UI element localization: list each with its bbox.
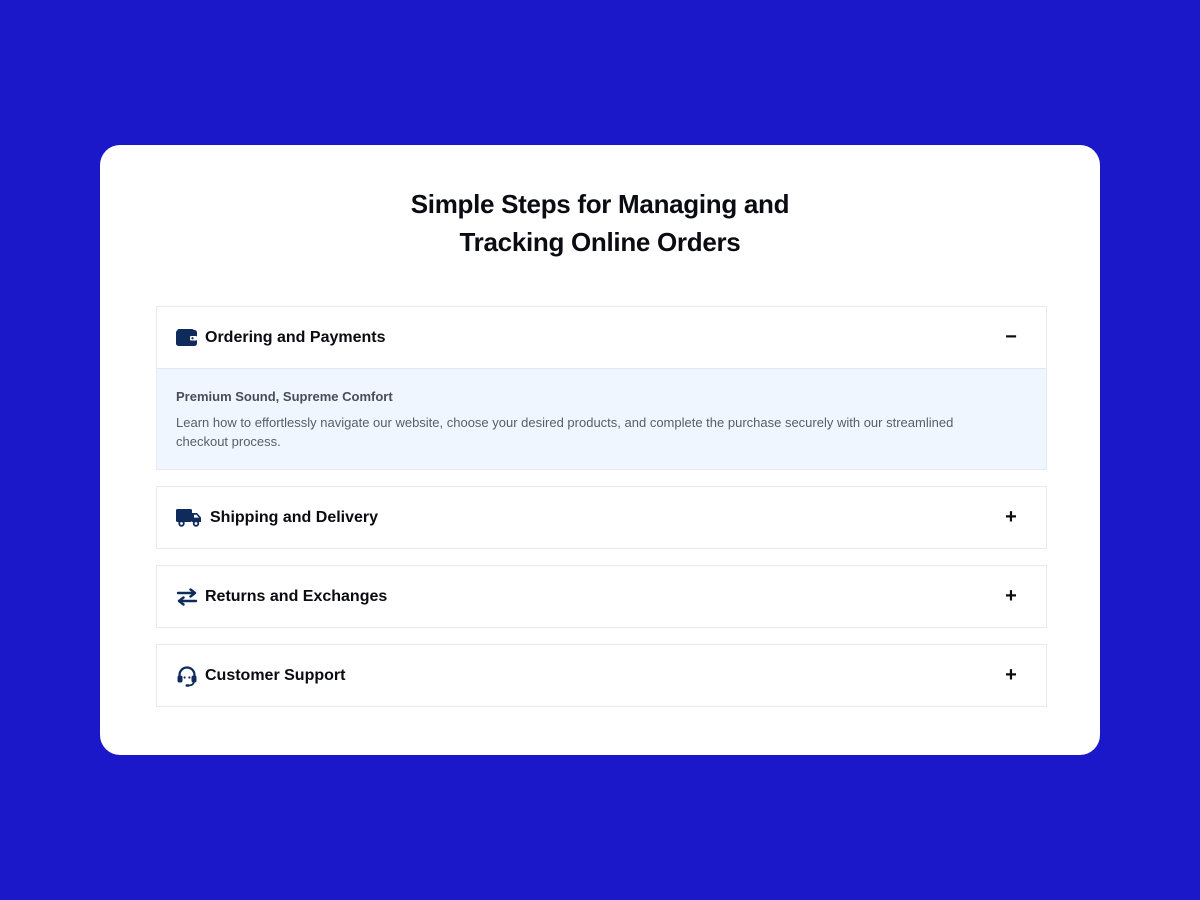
expand-toggle-icon[interactable]: + <box>991 656 1031 696</box>
accordion-header-ordering-payments[interactable]: Ordering and Payments − <box>157 307 1046 368</box>
accordion-item-customer-support: Customer Support + <box>156 644 1047 707</box>
expand-toggle-icon[interactable]: + <box>991 577 1031 617</box>
accordion-item-ordering-payments: Ordering and Payments − Premium Sound, S… <box>156 306 1047 470</box>
accordion-item-shipping-delivery: Shipping and Delivery + <box>156 486 1047 549</box>
accordion-item-returns-exchanges: Returns and Exchanges + <box>156 565 1047 628</box>
faq-card: Simple Steps for Managing and Tracking O… <box>100 145 1100 755</box>
panel-heading: Premium Sound, Supreme Comfort <box>176 389 393 404</box>
accordion-header-customer-support[interactable]: Customer Support + <box>157 645 1046 706</box>
accordion-label: Customer Support <box>205 666 346 684</box>
accordion: Ordering and Payments − Premium Sound, S… <box>156 306 1047 723</box>
wallet-icon <box>176 327 202 349</box>
accordion-label: Shipping and Delivery <box>210 508 379 526</box>
accordion-header-shipping-delivery[interactable]: Shipping and Delivery + <box>157 487 1046 548</box>
collapse-toggle-icon[interactable]: − <box>991 318 1031 358</box>
expand-toggle-icon[interactable]: + <box>991 498 1031 538</box>
accordion-panel-ordering-payments: Premium Sound, Supreme Comfort Learn how… <box>157 368 1046 469</box>
page-title: Simple Steps for Managing and Tracking O… <box>100 185 1100 261</box>
exchange-arrows-icon <box>176 586 202 608</box>
accordion-header-returns-exchanges[interactable]: Returns and Exchanges + <box>157 566 1046 627</box>
panel-text: Learn how to effortlessly navigate our w… <box>176 415 954 449</box>
page-title-line-1: Simple Steps for Managing and <box>410 189 790 219</box>
truck-icon <box>176 507 207 529</box>
accordion-label: Returns and Exchanges <box>205 587 388 605</box>
page-title-line-2: Tracking Online Orders <box>459 227 741 257</box>
headset-icon <box>176 665 202 687</box>
accordion-label: Ordering and Payments <box>205 328 386 346</box>
